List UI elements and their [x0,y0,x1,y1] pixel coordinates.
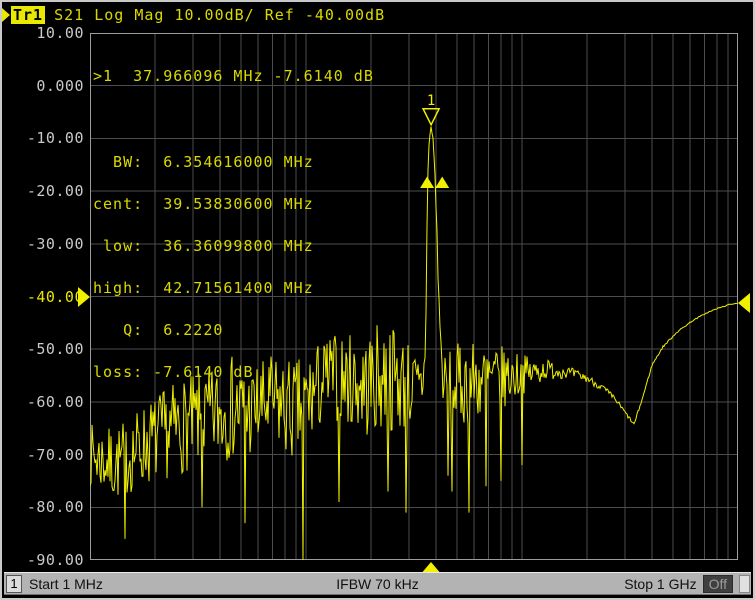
stop-frequency-label: Stop 1 GHz [624,576,696,592]
trace-header: Tr1 S21 Log Mag 10.00dB/ Ref -40.00dB [2,4,385,26]
y-axis-tick-label: -20.00 [20,183,84,199]
trigger-off-button[interactable]: Off [703,575,733,593]
cent-readout-line: cent: 39.53830600 MHz [93,197,374,211]
loss-readout-line: loss: -7.6140 dB [93,365,374,379]
y-axis-tick-label: -90.00 [20,552,84,568]
y-axis-tick-label: 0.000 [20,78,84,94]
ifbw-label: IFBW 70 kHz [336,576,418,592]
reference-level-marker-icon[interactable] [78,287,90,307]
y-axis-tick-label: -30.00 [20,236,84,252]
vna-screen: Tr1 S21 Log Mag 10.00dB/ Ref -40.00dB 10… [0,0,755,600]
marker-readout-panel: >1 37.966096 MHz -7.6140 dB BW: 6.354616… [93,41,374,435]
q-readout-line: Q: 6.2220 [93,323,374,337]
y-axis-tick-label: -80.00 [20,499,84,515]
channel-indicator: 1 [6,575,22,593]
y-axis-tick-label: -40.00 [20,289,84,305]
marker1-icon[interactable] [423,109,439,125]
low-readout-line: low: 36.36099800 MHz [93,239,374,253]
active-trace-arrow-icon [2,8,10,22]
y-axis-tick-label: -50.00 [20,341,84,357]
y-axis-tick-label: -60.00 [20,394,84,410]
bw-high-marker-icon[interactable] [435,177,449,189]
start-frequency-label: Start 1 MHz [29,576,103,592]
bw-low-marker-icon[interactable] [420,177,434,189]
y-axis-tick-label: -10.00 [20,130,84,146]
marker1-readout-line: >1 37.966096 MHz -7.6140 dB [93,69,374,83]
high-readout-line: high: 42.71561400 MHz [93,281,374,295]
trace-end-level-marker-icon [738,293,750,313]
bw-readout-line: BW: 6.354616000 MHz [93,155,374,169]
statusbar-corner-box [739,575,750,593]
marker1-label: 1 [427,93,435,109]
trace1-scale-label[interactable]: S21 Log Mag 10.00dB/ Ref -40.00dB [54,6,385,24]
status-bar: 1 Start 1 MHz IFBW 70 kHz Stop 1 GHz Off [4,572,751,595]
y-axis-tick-label: -70.00 [20,447,84,463]
y-axis-tick-label: 10.00 [20,25,84,41]
trace1-badge[interactable]: Tr1 [11,6,45,24]
